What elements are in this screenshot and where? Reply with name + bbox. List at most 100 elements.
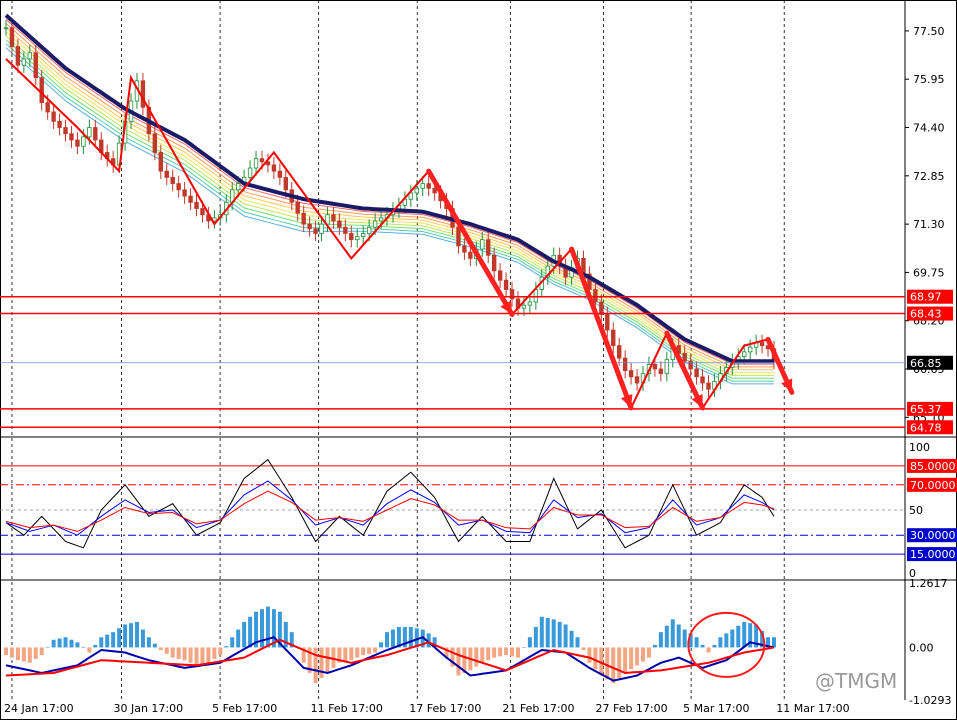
oscillator-level-label: 85.0000 bbox=[910, 460, 956, 473]
candle-body bbox=[628, 370, 634, 378]
macd-histogram-bar bbox=[587, 647, 592, 663]
macd-histogram-bar bbox=[200, 647, 205, 665]
candle-body bbox=[355, 236, 360, 241]
x-tick-label: 24 Jan 17:00 bbox=[4, 702, 74, 715]
macd-histogram-bar bbox=[140, 629, 145, 648]
candle-body bbox=[51, 111, 56, 122]
macd-tick-label: 1.2617 bbox=[909, 577, 948, 590]
candle-body bbox=[158, 152, 163, 172]
price-panel bbox=[0, 13, 905, 429]
macd-histogram-bar bbox=[152, 643, 157, 648]
candle-body bbox=[360, 233, 366, 237]
candle-body bbox=[277, 170, 283, 178]
candle-body bbox=[331, 214, 336, 222]
macd-histogram-bar bbox=[498, 647, 503, 657]
macd-histogram-bar bbox=[9, 647, 14, 658]
candle-body bbox=[706, 382, 711, 390]
macd-histogram-bar bbox=[623, 647, 628, 673]
macd-histogram-bar bbox=[742, 621, 747, 648]
macd-histogram-bar bbox=[158, 647, 163, 650]
candle-body bbox=[81, 136, 86, 147]
macd-histogram-bar bbox=[557, 621, 562, 648]
macd-histogram-bar bbox=[581, 647, 586, 650]
candle-body bbox=[295, 201, 300, 214]
candle-body bbox=[87, 127, 92, 138]
candle-body bbox=[343, 226, 348, 234]
macd-histogram-bar bbox=[694, 637, 699, 648]
candle-body bbox=[611, 329, 616, 347]
candle-body bbox=[366, 226, 372, 234]
macd-histogram-bar bbox=[15, 647, 20, 661]
candle-body bbox=[176, 183, 181, 191]
macd-histogram-bar bbox=[670, 619, 675, 648]
candle-body bbox=[39, 77, 44, 103]
candle-body bbox=[63, 127, 68, 135]
macd-histogram-bar bbox=[75, 642, 80, 648]
macd-histogram-bar bbox=[117, 628, 122, 648]
macd-histogram-bar bbox=[33, 647, 38, 659]
candle-body bbox=[616, 345, 622, 359]
candle-body bbox=[140, 80, 146, 108]
candle-body bbox=[259, 158, 265, 163]
macd-histogram-bar bbox=[456, 647, 461, 676]
macd-histogram-bar bbox=[319, 647, 324, 679]
candle-body bbox=[200, 208, 205, 216]
candle-body bbox=[486, 239, 491, 256]
candle-body bbox=[426, 183, 431, 189]
macd-histogram-bar bbox=[194, 647, 199, 666]
macd-histogram-bar bbox=[236, 629, 241, 648]
x-tick-label: 5 Mar 17:00 bbox=[683, 702, 749, 715]
price-tick-label: 69.75 bbox=[913, 266, 945, 279]
current-price-label: 66.85 bbox=[910, 357, 942, 370]
macd-histogram-bar bbox=[771, 637, 776, 648]
macd-histogram-bar bbox=[593, 647, 598, 670]
level-label: 64.78 bbox=[910, 421, 942, 434]
candle-body bbox=[247, 167, 253, 178]
macd-histogram-bar bbox=[480, 647, 485, 663]
candle-body bbox=[527, 301, 533, 306]
macd-histogram-bar bbox=[212, 647, 217, 659]
macd-histogram-bar bbox=[646, 647, 651, 658]
candle-body bbox=[497, 270, 503, 281]
macd-histogram-bar bbox=[575, 637, 580, 648]
candle-body bbox=[69, 133, 74, 141]
candle-body bbox=[420, 183, 425, 189]
candle-body bbox=[313, 228, 318, 234]
level-label: 65.37 bbox=[910, 403, 942, 416]
macd-histogram-bar bbox=[492, 647, 497, 658]
macd-histogram-bar bbox=[515, 647, 520, 658]
macd-histogram-bar bbox=[105, 634, 110, 648]
macd-histogram-bar bbox=[617, 647, 622, 679]
macd-histogram-bar bbox=[230, 637, 235, 648]
macd-line bbox=[5, 638, 775, 677]
macd-histogram-bar bbox=[21, 647, 26, 662]
candle-body bbox=[188, 195, 193, 203]
macd-histogram-bar bbox=[474, 647, 479, 667]
macd-histogram-bar bbox=[361, 647, 366, 656]
macd-histogram-bar bbox=[527, 637, 532, 648]
price-tick-label: 72.85 bbox=[913, 170, 945, 183]
candle-body bbox=[652, 363, 658, 370]
macd-histogram-bar bbox=[652, 644, 657, 648]
candle-body bbox=[456, 226, 461, 247]
x-tick-label: 11 Mar 17:00 bbox=[776, 702, 849, 715]
macd-histogram-bar bbox=[605, 647, 610, 680]
macd-histogram-bar bbox=[385, 632, 390, 648]
candle-body bbox=[15, 46, 21, 66]
macd-panel: @TMGM bbox=[4, 606, 897, 693]
macd-histogram-bar bbox=[510, 647, 515, 657]
candle-body bbox=[742, 351, 747, 357]
macd-histogram-bar bbox=[45, 647, 50, 648]
candle-body bbox=[337, 220, 342, 228]
macd-histogram-bar bbox=[664, 625, 669, 648]
macd-histogram-bar bbox=[39, 647, 44, 656]
macd-histogram-bar bbox=[379, 642, 384, 648]
macd-histogram-bar bbox=[390, 629, 395, 648]
candle-body bbox=[759, 342, 765, 347]
level-label: 68.43 bbox=[910, 308, 942, 321]
macd-histogram-bar bbox=[87, 647, 92, 653]
macd-histogram-bar bbox=[206, 647, 211, 663]
oscillator-level-label: 30.0000 bbox=[910, 529, 956, 542]
candle-body bbox=[378, 217, 384, 222]
x-tick-label: 27 Feb 17:00 bbox=[595, 702, 667, 715]
